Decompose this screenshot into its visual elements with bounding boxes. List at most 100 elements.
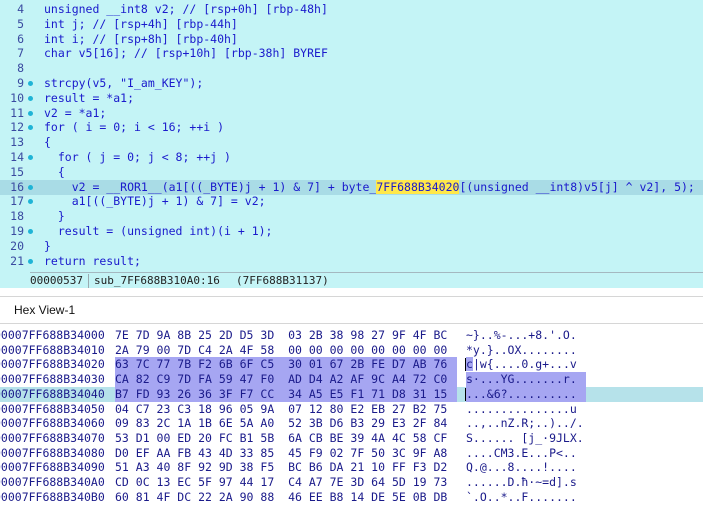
code-line[interactable]: 18 } (0, 209, 703, 224)
breakpoint-dot-icon[interactable] (28, 81, 33, 86)
hex-bytes[interactable]: 60 81 4F DC 22 2A 90 88 46 EE B8 14 DE 5… (115, 490, 457, 505)
code-line[interactable]: 9 strcpy(v5, "I_am_KEY"); (0, 76, 703, 91)
hex-address: 00007FF688B34090 (0, 460, 105, 475)
hex-row[interactable]: 00007FF688B34040 B7 FD 93 26 36 3F F7 CC … (0, 386, 703, 402)
code-text[interactable]: for ( j = 0; j < 8; ++j ) (44, 150, 231, 165)
breakpoint-dot-icon[interactable] (28, 199, 33, 205)
hex-ascii[interactable]: ~}..%-...+8.'.O. (466, 328, 586, 343)
hex-bytes[interactable]: 7E 7D 9A 8B 25 2D D5 3D 03 2B 38 98 27 9… (115, 328, 457, 343)
hex-view-tab[interactable]: Hex View-1 (0, 296, 703, 324)
code-line[interactable]: 6 int i; // [rsp+8h] [rbp-40h] (0, 32, 703, 47)
text-cursor-icon (465, 387, 466, 401)
code-text[interactable]: strcpy(v5, "I_am_KEY"); (44, 76, 203, 91)
code-line[interactable]: 13 { (0, 135, 703, 150)
code-text[interactable]: int i; // [rsp+8h] [rbp-40h] (44, 32, 238, 47)
hex-row[interactable]: 00007FF688B34050 04 C7 23 C3 18 96 05 9A … (0, 402, 703, 417)
hex-row[interactable]: 00007FF688B34020 63 7C 77 7B F2 6B 6F C5 … (0, 357, 703, 373)
hex-row[interactable]: 00007FF688B34070 53 D1 00 ED 20 FC B1 5B … (0, 431, 703, 446)
hex-ascii[interactable]: Q.@...8....!.... (466, 460, 586, 475)
hex-bytes[interactable]: CA 82 C9 7D FA 59 47 F0 AD D4 A2 AF 9C A… (115, 372, 457, 388)
code-text[interactable]: result = *a1; (44, 91, 134, 106)
highlighted-symbol[interactable]: 7FF688B34020 (376, 179, 460, 194)
hex-row[interactable]: 00007FF688B34080 D0 EF AA FB 43 4D 33 85 … (0, 446, 703, 461)
hex-row[interactable]: 00007FF688B34060 09 83 2C 1A 1B 6E 5A A0 … (0, 416, 703, 431)
hex-bytes[interactable]: D0 EF AA FB 43 4D 33 85 45 F9 02 7F 50 3… (115, 446, 457, 461)
breakpoint-dot-icon[interactable] (28, 110, 33, 116)
hex-ascii[interactable]: ..,..nZ.R;..)../. (466, 416, 586, 431)
line-number: 10 (10, 90, 24, 105)
hex-bytes[interactable]: B7 FD 93 26 36 3F F7 CC 34 A5 E5 F1 71 D… (115, 386, 457, 402)
code-text[interactable]: char v5[16]; // [rsp+10h] [rbp-38h] BYRE… (44, 46, 328, 61)
code-text[interactable]: unsigned __int8 v2; // [rsp+0h] [rbp-48h… (44, 2, 328, 17)
pseudocode-pane[interactable]: 4 unsigned __int8 v2; // [rsp+0h] [rbp-48… (0, 0, 703, 288)
hex-ascii[interactable]: ......D.ħ·~=d].s (466, 475, 586, 490)
line-number: 15 (10, 164, 24, 179)
code-line[interactable]: 11 v2 = *a1; (0, 106, 703, 121)
code-text[interactable]: return result; (44, 254, 141, 269)
line-number: 19 (10, 224, 24, 238)
line-number: 6 (17, 31, 24, 46)
hex-row[interactable]: 00007FF688B34010 2A 79 00 7D C4 2A 4F 58 … (0, 343, 703, 358)
code-line[interactable]: 4 unsigned __int8 v2; // [rsp+0h] [rbp-48… (0, 2, 703, 17)
code-line[interactable]: 19 result = (unsigned int)(i + 1); (0, 224, 703, 239)
line-number: 17 (10, 194, 24, 209)
code-text[interactable]: int j; // [rsp+4h] [rbp-44h] (44, 17, 238, 32)
status-separator (88, 274, 89, 288)
hex-bytes[interactable]: 04 C7 23 C3 18 96 05 9A 07 12 80 E2 EB 2… (115, 402, 457, 417)
hex-ascii[interactable]: *y.}..OX........ (466, 343, 586, 358)
hex-bytes[interactable]: 2A 79 00 7D C4 2A 4F 58 00 00 00 00 00 0… (115, 343, 457, 358)
hex-row[interactable]: 00007FF688B34030 CA 82 C9 7D FA 59 47 F0 … (0, 372, 703, 388)
breakpoint-dot-icon[interactable] (28, 155, 33, 160)
hex-bytes[interactable]: 63 7C 77 7B F2 6B 6F C5 30 01 67 2B FE D… (115, 357, 457, 373)
breakpoint-dot-icon[interactable] (28, 229, 33, 234)
hex-bytes[interactable]: 53 D1 00 ED 20 FC B1 5B 6A CB BE 39 4A 4… (115, 431, 457, 446)
hex-ascii[interactable]: ...............u (466, 402, 586, 417)
hex-ascii[interactable]: ....CM3.E...P<.. (466, 446, 586, 461)
code-text[interactable]: } (44, 239, 51, 254)
hex-ascii[interactable]: `.O..*..F....... (466, 490, 586, 505)
hex-row[interactable]: 00007FF688B340B0 60 81 4F DC 22 2A 90 88 … (0, 490, 703, 505)
hex-bytes[interactable]: 09 83 2C 1A 1B 6E 5A A0 52 3B D6 B3 29 E… (115, 416, 457, 431)
hex-row[interactable]: 00007FF688B340A0 CD 0C 13 EC 5F 97 44 17 … (0, 475, 703, 490)
code-line[interactable]: 15 { (0, 165, 703, 180)
hex-bytes[interactable]: CD 0C 13 EC 5F 97 44 17 C4 A7 7E 3D 64 5… (115, 475, 457, 490)
line-number: 4 (17, 2, 24, 16)
code-line[interactable]: 16 v2 = __ROR1__(a1[((_BYTE)j + 1) & 7] … (0, 179, 703, 195)
hex-ascii[interactable]: s·...YG.......r. (466, 372, 586, 388)
hex-address: 00007FF688B34070 (0, 430, 105, 445)
code-line[interactable]: 12 for ( i = 0; i < 16; ++i ) (0, 120, 703, 135)
hex-view-pane[interactable]: 00007FF688B34000 7E 7D 9A 8B 25 2D D5 3D … (0, 324, 703, 506)
code-text[interactable]: v2 = *a1; (44, 106, 106, 121)
code-text[interactable]: for ( i = 0; i < 16; ++i ) (44, 120, 224, 135)
code-text[interactable]: { (44, 135, 51, 150)
line-number: 18 (10, 209, 24, 224)
line-number: 14 (10, 150, 24, 164)
hex-address: 00007FF688B34010 (0, 342, 105, 357)
code-line[interactable]: 8 (0, 61, 703, 76)
hex-row[interactable]: 00007FF688B34090 51 A3 40 8F 92 9D 38 F5 … (0, 460, 703, 475)
text-cursor-icon (465, 358, 466, 372)
code-line[interactable]: 5 int j; // [rsp+4h] [rbp-44h] (0, 17, 703, 32)
code-text[interactable]: } (44, 209, 65, 224)
hex-ascii[interactable]: ...&6?.......... (466, 386, 586, 402)
line-number: 16 (10, 179, 24, 194)
breakpoint-dot-icon[interactable] (28, 184, 33, 190)
code-line[interactable]: 14 for ( j = 0; j < 8; ++j ) (0, 150, 703, 165)
code-line[interactable]: 7 char v5[16]; // [rsp+10h] [rbp-38h] BYR… (0, 46, 703, 61)
code-line[interactable]: 21 return result; (0, 254, 703, 269)
code-line[interactable]: 20} (0, 239, 703, 254)
hex-address: 00007FF688B340A0 (0, 475, 105, 489)
hex-ascii[interactable]: S...... [j_·9JLX. (466, 431, 586, 446)
code-line[interactable]: 17 a1[((_BYTE)j + 1) & 7] = v2; (0, 194, 703, 209)
code-text[interactable]: { (44, 165, 65, 180)
code-text[interactable]: a1[((_BYTE)j + 1) & 7] = v2; (44, 194, 266, 209)
breakpoint-dot-icon[interactable] (28, 258, 33, 264)
code-text[interactable]: v2 = __ROR1__(a1[((_BYTE)j + 1) & 7] + b… (44, 179, 695, 195)
hex-ascii[interactable]: c|w{....0.g+...v (466, 357, 586, 372)
hex-row[interactable]: 00007FF688B34000 7E 7D 9A 8B 25 2D D5 3D … (0, 328, 703, 343)
breakpoint-dot-icon[interactable] (28, 125, 33, 131)
breakpoint-dot-icon[interactable] (28, 95, 33, 101)
code-text[interactable]: result = (unsigned int)(i + 1); (44, 224, 273, 239)
hex-bytes[interactable]: 51 A3 40 8F 92 9D 38 F5 BC B6 DA 21 10 F… (115, 460, 457, 475)
code-line[interactable]: 10 result = *a1; (0, 91, 703, 106)
